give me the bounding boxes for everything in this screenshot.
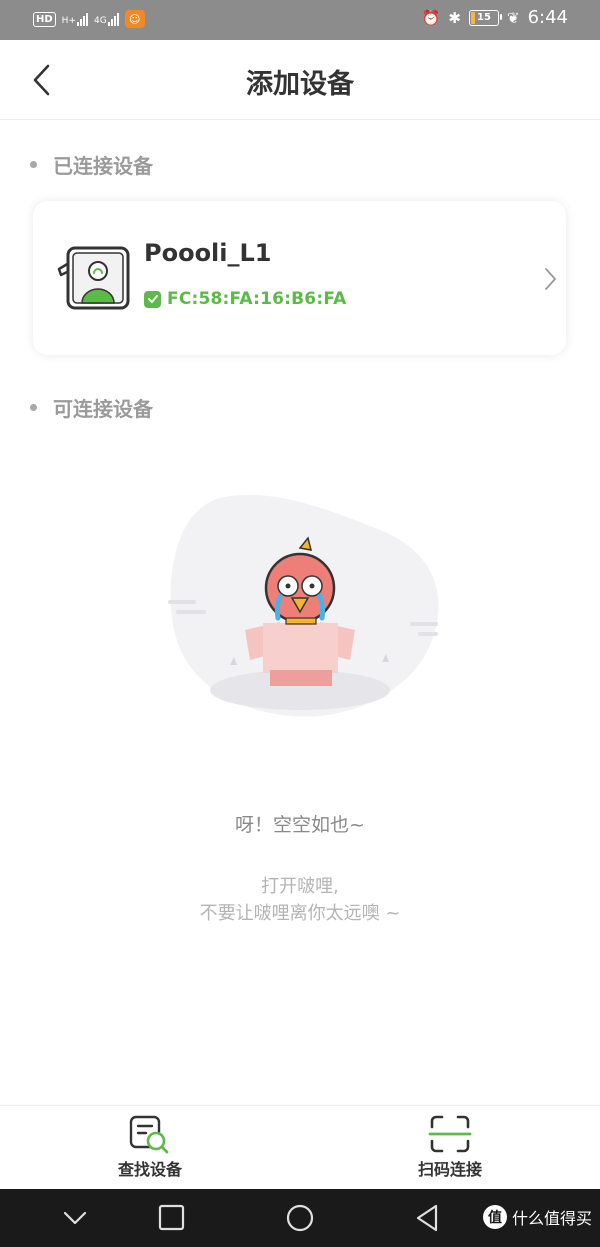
device-name: Poooli_L1 bbox=[144, 239, 272, 267]
search-device-icon bbox=[129, 1115, 169, 1154]
nav-recents-button[interactable] bbox=[154, 1202, 188, 1234]
available-section-title: 可连接设备 bbox=[30, 393, 153, 422]
find-device-button[interactable]: 查找设备 bbox=[50, 1106, 250, 1190]
signal-label: 4G bbox=[93, 16, 107, 26]
device-mac-row: FC:58:FA:16:B6:FA bbox=[144, 289, 347, 309]
clock: 6:44 bbox=[527, 7, 568, 28]
watermark: 值 什么值得买 bbox=[482, 1205, 592, 1229]
chevron-down-icon bbox=[63, 1211, 87, 1225]
chevron-right-icon bbox=[545, 268, 556, 290]
available-section-label: 可连接设备 bbox=[53, 397, 153, 421]
signal-label: H+ bbox=[61, 16, 76, 26]
nav-collapse-button[interactable] bbox=[58, 1202, 92, 1234]
empty-state-message: 呀！空空如也~ bbox=[235, 814, 365, 836]
circle-icon bbox=[286, 1204, 314, 1232]
bluetooth-icon: ✱ bbox=[448, 8, 461, 27]
signal-icon: H+ bbox=[62, 12, 88, 26]
empty-state-hint-line: 不要让啵哩离你太远噢 ~ bbox=[199, 903, 401, 924]
app-notification-icon: ☺ bbox=[124, 10, 145, 28]
scan-connect-label: 扫码连接 bbox=[417, 1160, 482, 1179]
watermark-text: 什么值得买 bbox=[511, 1209, 592, 1228]
hd-badge: HD bbox=[33, 11, 56, 27]
empty-state-hint: 打开啵哩, 不要让啵哩离你太远噢 ~ bbox=[0, 873, 600, 927]
connected-section-title: 已连接设备 bbox=[30, 150, 153, 179]
page-title: 添加设备 bbox=[246, 69, 354, 100]
connected-section-label: 已连接设备 bbox=[53, 154, 153, 178]
battery-icon: 15 bbox=[469, 9, 502, 26]
bullet-dot bbox=[30, 161, 37, 168]
leaf-icon: ❦ bbox=[507, 8, 520, 27]
scan-connect-button[interactable]: 扫码连接 bbox=[350, 1106, 550, 1190]
device-card[interactable]: Poooli_L1 FC:58:FA:16:B6:FA bbox=[33, 201, 566, 355]
status-bar: HD H+ 4G ☺ ⏰ ✱ 15 ❦ 6:44 bbox=[0, 0, 600, 40]
system-navigation-bar: 值 什么值得买 bbox=[0, 1189, 600, 1247]
header: 添加设备 bbox=[0, 40, 600, 120]
empty-state-hint-line: 打开啵哩, bbox=[261, 876, 339, 897]
empty-state-crying-bird-illustration bbox=[168, 494, 439, 717]
printer-device-icon bbox=[57, 246, 130, 310]
device-mac-address: FC:58:FA:16:B6:FA bbox=[167, 289, 347, 309]
battery-level: 15 bbox=[477, 11, 491, 23]
check-icon bbox=[144, 290, 161, 308]
bottom-action-bar: 查找设备 扫码连接 bbox=[0, 1105, 600, 1190]
signal-icon: 4G bbox=[94, 12, 119, 26]
bullet-dot bbox=[30, 404, 37, 411]
square-icon bbox=[158, 1204, 185, 1231]
nav-back-button[interactable] bbox=[410, 1202, 444, 1234]
scan-qr-icon bbox=[428, 1115, 472, 1153]
find-device-label: 查找设备 bbox=[117, 1160, 182, 1179]
watermark-logo: 值 bbox=[482, 1205, 507, 1229]
triangle-back-icon bbox=[416, 1204, 438, 1232]
alarm-icon: ⏰ bbox=[421, 8, 441, 27]
nav-home-button[interactable] bbox=[283, 1202, 317, 1234]
